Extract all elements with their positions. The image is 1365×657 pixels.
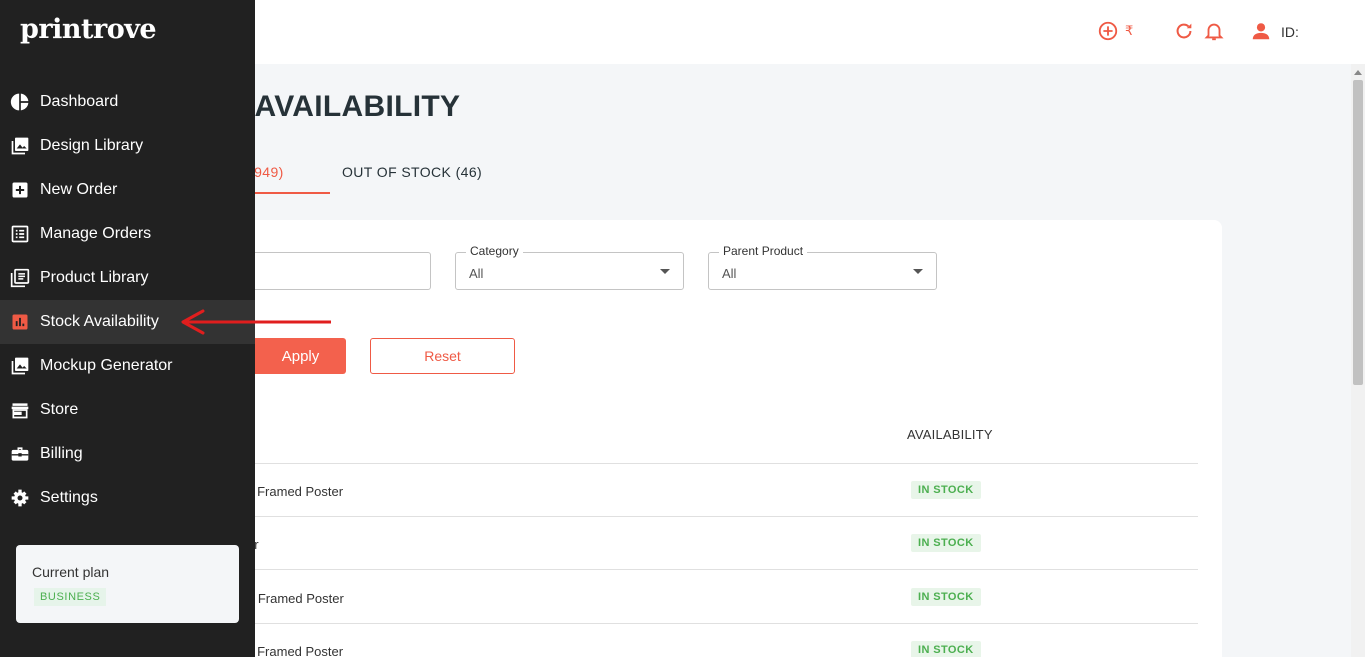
gear-icon <box>11 489 29 507</box>
chevron-down-icon <box>913 269 923 274</box>
page-title: K AVAILABILITY <box>255 90 461 123</box>
main-content: K AVAILABILITY K (949) OUT OF STOCK (46)… <box>255 64 1351 657</box>
image-library-icon <box>11 357 29 375</box>
plus-box-icon <box>12 182 28 198</box>
sidebar-item-label: Store <box>40 401 79 418</box>
plan-badge: BUSINESS <box>34 588 107 606</box>
active-tab-indicator <box>255 192 330 194</box>
apply-label: Apply <box>281 347 320 365</box>
sidebar-item-label: Settings <box>40 489 98 506</box>
current-plan-card: Current plan BUSINESS <box>16 545 239 623</box>
product-name: e Framed Poster <box>255 591 344 606</box>
table-header: AVAILABILITY <box>255 404 1198 464</box>
user-id-label: ID: <box>1281 24 1299 40</box>
parent-product-legend: Parent Product <box>719 244 808 258</box>
product-name: k Framed Poster <box>255 484 344 499</box>
refresh-icon[interactable] <box>1173 20 1195 42</box>
table-row[interactable]: e Framed Poster IN STOCK <box>255 571 1198 624</box>
tab-out-of-stock[interactable]: OUT OF STOCK (46) <box>342 164 482 180</box>
scrollbar-thumb[interactable] <box>1353 80 1363 385</box>
sidebar-item-mockup-generator[interactable]: Mockup Generator <box>0 344 255 388</box>
sidebar-item-label: Stock Availability <box>40 313 159 330</box>
add-funds-icon[interactable] <box>1097 20 1119 42</box>
category-legend: Category <box>466 244 523 258</box>
sidebar-item-label: Design Library <box>40 137 144 154</box>
status-badge: IN STOCK <box>911 534 981 552</box>
sidebar-item-store[interactable]: Store <box>0 388 255 432</box>
sidebar-item-label: Manage Orders <box>40 225 152 242</box>
image-library-icon <box>11 137 29 155</box>
product-name: er <box>255 537 259 552</box>
sidebar-item-label: Mockup Generator <box>40 357 173 374</box>
category-select[interactable]: Category All <box>455 244 684 290</box>
category-value: All <box>469 266 484 281</box>
current-plan-label: Current plan <box>32 564 110 580</box>
sidebar-item-design-library[interactable]: Design Library <box>0 124 255 168</box>
brand-logo[interactable]: printrove <box>20 14 157 45</box>
tab-in-stock[interactable]: K (949) <box>255 164 284 180</box>
sidebar-item-label: Product Library <box>40 269 149 286</box>
sidebar-item-label: Dashboard <box>40 93 119 110</box>
search-input[interactable] <box>255 252 431 290</box>
wallet-balance[interactable]: ₹ <box>1125 23 1133 39</box>
sidebar-item-dashboard[interactable]: Dashboard <box>0 80 255 124</box>
storefront-icon <box>11 403 29 419</box>
list-box-icon <box>11 225 29 243</box>
sidebar-item-label: New Order <box>40 181 118 198</box>
table-row[interactable]: k Framed Poster IN STOCK <box>255 464 1198 517</box>
parent-product-value: All <box>722 266 737 281</box>
chevron-down-icon <box>660 269 670 274</box>
sidebar-item-label: Billing <box>40 445 83 462</box>
apply-button[interactable]: Apply <box>255 338 346 374</box>
vertical-scrollbar[interactable] <box>1351 64 1365 657</box>
table-row[interactable]: k Framed Poster IN STOCK <box>255 624 1198 657</box>
status-badge: IN STOCK <box>911 481 981 499</box>
status-badge: IN STOCK <box>911 641 981 657</box>
briefcase-icon <box>11 447 29 461</box>
scroll-up-icon[interactable] <box>1354 70 1362 75</box>
notification-bell-icon[interactable] <box>1203 20 1225 42</box>
user-icon[interactable] <box>1250 20 1272 42</box>
table-row[interactable]: er IN STOCK <box>255 517 1198 570</box>
product-name: k Framed Poster <box>255 644 344 657</box>
sidebar-item-manage-orders[interactable]: Manage Orders <box>0 212 255 256</box>
sidebar-item-billing[interactable]: Billing <box>0 432 255 476</box>
availability-column-header: AVAILABILITY <box>907 427 993 442</box>
library-books-icon <box>10 268 30 288</box>
parent-product-select[interactable]: Parent Product All <box>708 244 937 290</box>
sidebar-item-new-order[interactable]: New Order <box>0 168 255 212</box>
sidebar-item-settings[interactable]: Settings <box>0 476 255 520</box>
annotation-arrow-icon <box>181 309 331 335</box>
status-badge: IN STOCK <box>911 588 981 606</box>
sidebar-item-product-library[interactable]: Product Library <box>0 256 255 300</box>
reset-button[interactable]: Reset <box>370 338 515 374</box>
bar-chart-icon <box>12 314 28 330</box>
pie-chart-icon <box>10 93 29 111</box>
